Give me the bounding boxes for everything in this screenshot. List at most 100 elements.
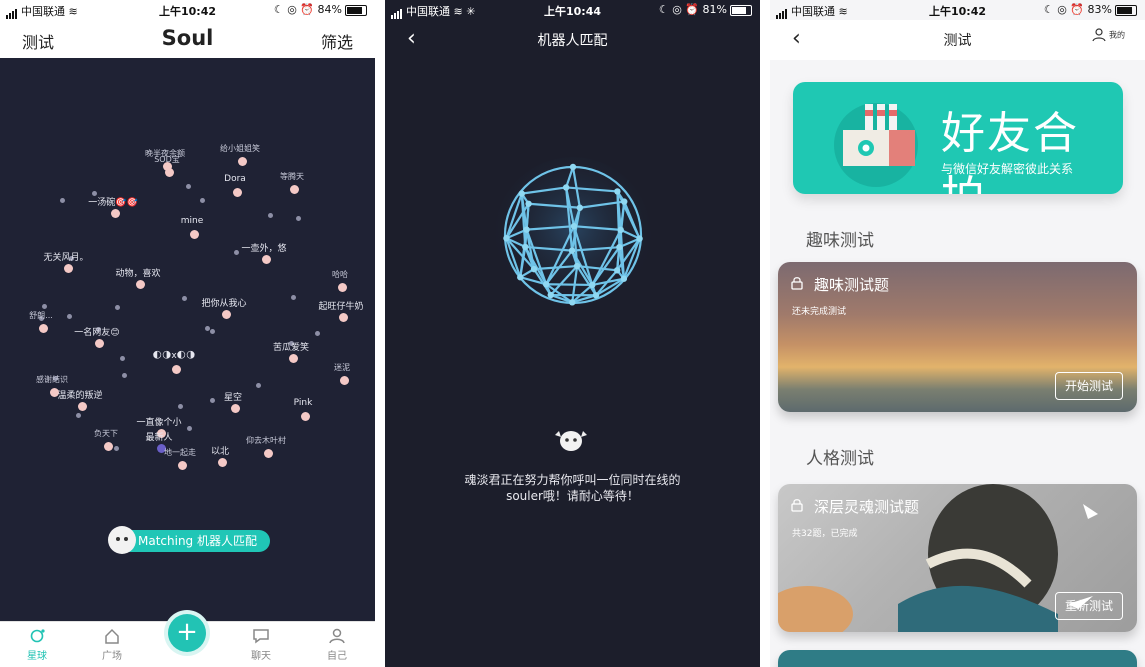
add-post-button[interactable]: +	[168, 614, 206, 652]
planet-dot	[114, 446, 119, 451]
planet-dot	[122, 373, 127, 378]
user-star[interactable]	[222, 310, 231, 319]
user-star-label: 仰去木叶村	[246, 436, 286, 445]
nav-planet[interactable]: 星球	[17, 628, 57, 662]
card-title: 趣味测试题	[814, 276, 890, 294]
my-label: 我的	[1109, 30, 1125, 40]
battery-icon	[1115, 4, 1137, 16]
matching-globe-icon	[495, 157, 651, 313]
nav-label: 广场	[102, 651, 122, 662]
start-test-button[interactable]: 开始测试	[1055, 372, 1123, 400]
user-star-label: 等腾天	[280, 172, 304, 181]
user-star[interactable]	[238, 157, 247, 166]
next-test-card[interactable]	[778, 650, 1137, 667]
globe-node	[523, 226, 530, 233]
lock-icon	[791, 499, 803, 512]
nav-me[interactable]: 自己	[317, 628, 357, 662]
soul-test-card[interactable]: 深层灵魂测试题 共32题，已完成 重新测试	[778, 484, 1137, 632]
banner-subtitle: 与微信好友解密彼此关系	[941, 162, 1074, 176]
user-star[interactable]	[95, 339, 104, 348]
bottle-box-icon	[834, 103, 918, 187]
planet-dot	[178, 404, 183, 409]
user-star[interactable]	[289, 354, 298, 363]
globe-node	[569, 163, 577, 171]
lock-icon	[791, 277, 803, 290]
fun-test-card[interactable]: 趣味测试题 还未完成测试 开始测试	[778, 262, 1137, 412]
user-star-label: 舒朗...	[29, 311, 53, 320]
globe-node	[592, 292, 600, 299]
user-star[interactable]	[339, 313, 348, 322]
user-star-label: SOD宝	[154, 155, 180, 164]
user-star[interactable]	[64, 264, 73, 273]
user-star-label: 一汤碗🎯🎯	[88, 198, 138, 208]
globe-node	[617, 226, 624, 234]
status-bar: 中国联通 ≋ 上午10:42 ☾ ◎ ⏰ 83%	[770, 0, 1145, 20]
home-icon	[105, 628, 119, 644]
matching-button[interactable]: Matching 机器人匹配	[118, 530, 270, 552]
planet-dot	[210, 329, 215, 334]
waiting-message-line: souler哦！请耐心等待！	[506, 489, 639, 503]
section-title-personality: 人格测试	[806, 449, 874, 469]
section-title-fun: 趣味测试	[806, 231, 874, 251]
card-title: 深层灵魂测试题	[814, 498, 920, 516]
filter-button[interactable]: 筛选	[321, 29, 353, 53]
user-star-label: 无关风月。	[43, 253, 89, 263]
card-subtitle: 共32题，已完成	[792, 529, 858, 539]
user-star[interactable]	[233, 188, 242, 197]
user-star-label: 把你从我心	[201, 299, 247, 309]
globe-node	[547, 291, 554, 299]
user-star[interactable]	[178, 461, 187, 470]
globe-node	[614, 188, 621, 195]
user-star[interactable]	[290, 185, 299, 194]
user-star[interactable]	[231, 404, 240, 413]
nav-chat[interactable]: 聊天	[241, 628, 281, 662]
user-star[interactable]	[190, 230, 199, 239]
globe-node	[568, 247, 576, 254]
user-star[interactable]	[136, 280, 145, 289]
user-star[interactable]	[165, 168, 174, 177]
globe-node	[542, 281, 550, 288]
planet-dot	[268, 213, 273, 218]
user-star[interactable]	[78, 402, 87, 411]
nav-square[interactable]: 广场	[92, 628, 132, 662]
planet-dot	[76, 413, 81, 418]
user-star[interactable]	[264, 449, 273, 458]
user-star[interactable]	[262, 255, 271, 264]
user-star[interactable]	[104, 442, 113, 451]
user-star[interactable]	[338, 283, 347, 292]
user-star[interactable]	[111, 209, 120, 218]
nav-label: 自己	[327, 651, 347, 662]
user-star-label: 负天下	[94, 429, 118, 438]
card-subtitle: 还未完成测试	[792, 307, 847, 317]
planet-dot	[296, 216, 301, 221]
globe-edge	[546, 283, 593, 287]
user-star[interactable]	[301, 412, 310, 421]
user-star-label: 感谢结识	[36, 375, 68, 384]
ghost-mascot-icon	[553, 425, 589, 453]
nav-header: ‹ 测试 我的	[770, 20, 1145, 60]
planet-dot	[42, 304, 47, 309]
my-profile-button[interactable]: 我的	[1092, 28, 1125, 42]
waiting-message-line: 魂淡君正在努力帮你呼叫一位同时在线的	[464, 473, 681, 487]
user-star-label: Pink	[293, 398, 313, 408]
user-star-label: 苦瓜爱笑	[272, 343, 309, 353]
user-star[interactable]	[172, 365, 181, 374]
globe-node	[613, 267, 621, 274]
planet-dot	[200, 198, 205, 203]
user-icon	[329, 628, 345, 644]
retake-test-button[interactable]: 重新测试	[1055, 592, 1123, 620]
user-star[interactable]	[340, 376, 349, 385]
planet-dot	[186, 184, 191, 189]
user-star[interactable]	[39, 324, 48, 333]
user-star-label: 哈哈	[332, 270, 348, 279]
globe-node	[620, 275, 628, 282]
globe-node	[570, 222, 578, 230]
ghost-mascot-icon	[108, 526, 136, 554]
status-bar: 中国联通 ≋ 上午10:42 ☾ ◎ ⏰ 84%	[0, 0, 375, 20]
user-star[interactable]	[218, 458, 227, 467]
app-title: Soul	[161, 26, 214, 50]
friend-photo-banner[interactable]: 好友合拍 与微信好友解密彼此关系	[793, 82, 1123, 194]
globe-node	[503, 235, 510, 242]
planet-screen: 中国联通 ≋ 上午10:42 ☾ ◎ ⏰ 84% 测试 Soul 筛选 晚半夜余…	[0, 0, 375, 667]
globe-node	[616, 243, 623, 251]
